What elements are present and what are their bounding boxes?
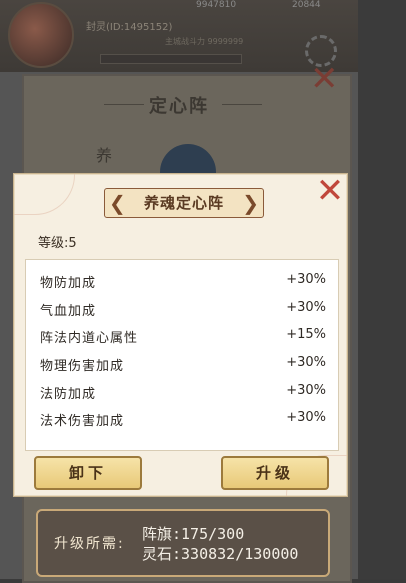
currency-amount-1: 9947810 <box>196 0 237 10</box>
attribute-value: +15% <box>286 327 326 342</box>
dialog-title: 养魂定心阵 <box>143 194 224 212</box>
attribute-value: +30% <box>286 300 326 315</box>
requirements-label: 升级所需: <box>54 536 125 552</box>
dialog-title-banner: ❮ 养魂定心阵 ❯ <box>104 188 264 218</box>
list-item: 阵法内道心属性 +15% <box>40 327 326 349</box>
attribute-value: +30% <box>286 383 326 398</box>
attribute-name: 法术伤害加成 <box>40 414 125 429</box>
exp-bar <box>100 54 242 64</box>
side-strip <box>358 0 406 579</box>
background-title-row: 定心阵 <box>0 92 358 118</box>
formation-detail-dialog: ✕ ❮ 养魂定心阵 ❯ 等级:5 物防加成 +30% 气血加成 +30% 阵法内… <box>13 173 348 497</box>
close-icon[interactable]: ✕ <box>313 174 347 208</box>
background-close-icon: ✕ <box>310 59 339 99</box>
attribute-value: +30% <box>286 355 326 370</box>
list-item: 物理伤害加成 +30% <box>40 355 326 377</box>
banner-left-arrow-icon: ❮ <box>109 191 126 215</box>
currency-amount-2: 20844 <box>292 0 321 10</box>
attribute-name: 阵法内道心属性 <box>40 331 139 346</box>
player-name: 封灵(ID:1495152) <box>86 22 173 33</box>
level-row: 等级:5 <box>38 232 77 251</box>
attribute-name: 气血加成 <box>40 304 97 319</box>
avatar <box>8 2 74 68</box>
attribute-name: 法防加成 <box>40 387 97 402</box>
flag-requirement: 阵旗:175/300 <box>142 525 245 543</box>
background-side-char: 养 <box>96 146 113 165</box>
attribute-value: +30% <box>286 410 326 425</box>
attribute-value: +30% <box>286 272 326 287</box>
list-item: 物防加成 +30% <box>40 272 326 294</box>
level-value: 5 <box>68 236 77 251</box>
player-subtext: 主城战斗力 9999999 <box>165 37 244 46</box>
spirit-stone-requirement: 灵石:330832/130000 <box>142 545 299 563</box>
list-item: 法防加成 +30% <box>40 383 326 405</box>
upgrade-requirements-box: 升级所需: 阵旗:175/300 灵石:330832/130000 <box>36 509 330 577</box>
background-panel-title: 定心阵 <box>149 96 209 117</box>
banner-right-arrow-icon: ❯ <box>242 191 259 215</box>
list-item: 气血加成 +30% <box>40 300 326 322</box>
attribute-name: 物理伤害加成 <box>40 359 125 374</box>
unload-button[interactable]: 卸下 <box>34 456 142 490</box>
level-label: 等级: <box>38 236 69 251</box>
top-status-bar: 封灵(ID:1495152) 主城战斗力 9999999 9947810 208… <box>0 0 358 72</box>
list-item: 法术伤害加成 +30% <box>40 410 326 432</box>
attribute-list: 物防加成 +30% 气血加成 +30% 阵法内道心属性 +15% 物理伤害加成 … <box>25 259 339 451</box>
cloud-decoration-icon <box>14 174 75 215</box>
attribute-name: 物防加成 <box>40 276 97 291</box>
upgrade-button[interactable]: 升级 <box>221 456 329 490</box>
